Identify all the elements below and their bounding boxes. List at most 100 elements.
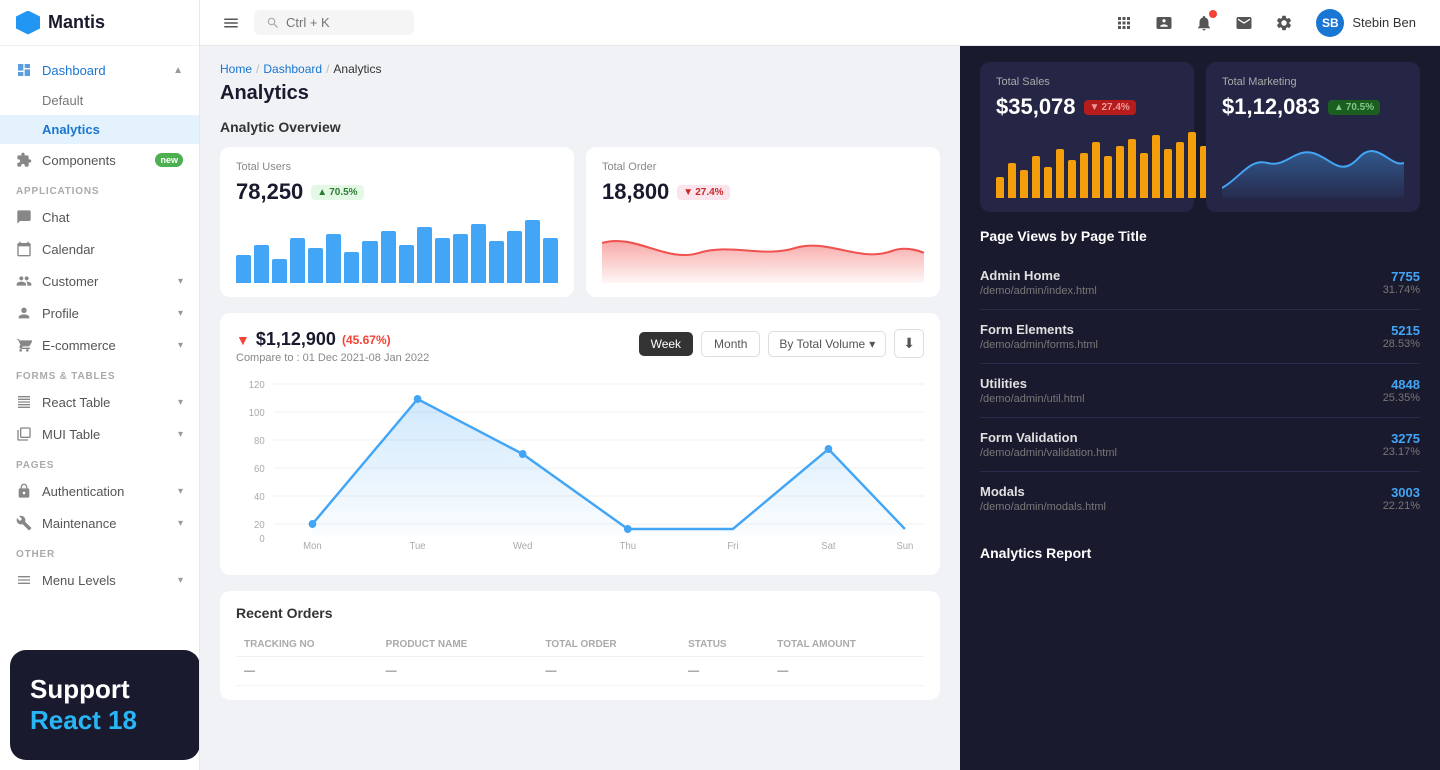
sidebar-item-components-label: Components	[42, 153, 116, 168]
sidebar-logo[interactable]: Mantis	[0, 0, 199, 46]
pv-title-2: Utilities	[980, 376, 1085, 391]
settings-button[interactable]	[1268, 7, 1300, 39]
pv-url-0: /demo/admin/index.html	[980, 285, 1097, 297]
mail-button[interactable]	[1228, 7, 1260, 39]
sidebar-item-components[interactable]: Components new	[0, 144, 199, 176]
header-left	[216, 8, 414, 38]
auth-chevron: ▾	[178, 486, 183, 497]
svg-text:Fri: Fri	[727, 541, 738, 552]
svg-text:Mon: Mon	[303, 541, 322, 552]
volume-button[interactable]: By Total Volume ▾	[768, 331, 886, 357]
sidebar-sub-analytics-label: Analytics	[42, 122, 100, 137]
page-view-item-0: Admin Home /demo/admin/index.html 7755 3…	[980, 256, 1420, 310]
sidebar-item-menu-levels[interactable]: Menu Levels ▾	[0, 564, 199, 596]
bar	[381, 231, 396, 284]
user-name: Stebin Ben	[1352, 15, 1416, 30]
pv-count-1: 5215	[1383, 323, 1420, 338]
sidebar-item-customer[interactable]: Customer ▾	[0, 265, 199, 297]
bar	[1044, 167, 1052, 199]
sidebar-sub-default[interactable]: Default	[0, 86, 199, 115]
stat-marketing-value: $1,12,083 ▲ 70.5%	[1222, 94, 1404, 120]
sidebar-sub-default-label: Default	[42, 93, 83, 108]
svg-text:0: 0	[259, 534, 265, 545]
pv-count-3: 3275	[1383, 431, 1420, 446]
stat-sales-label: Total Sales	[996, 76, 1178, 88]
content-body: Home / Dashboard / Analytics Analytics A…	[200, 46, 1440, 770]
income-controls: Week Month By Total Volume ▾ ⬇	[639, 329, 924, 358]
breadcrumb-home[interactable]: Home	[220, 62, 252, 76]
bar	[1140, 153, 1148, 199]
breadcrumb-sep-2: /	[326, 62, 329, 76]
sidebar-item-maintenance[interactable]: Maintenance ▾	[0, 507, 199, 539]
sidebar-item-authentication[interactable]: Authentication ▾	[0, 475, 199, 507]
pv-count-4: 3003	[1383, 485, 1420, 500]
search-input[interactable]	[286, 15, 386, 30]
download-button[interactable]: ⬇	[894, 329, 924, 358]
menu-toggle-button[interactable]	[216, 8, 246, 38]
pv-pct-0: 31.74%	[1383, 284, 1420, 296]
user-card-button[interactable]	[1148, 7, 1180, 39]
col-status: Status	[680, 633, 769, 657]
maintenance-icon	[16, 515, 32, 531]
sidebar-item-calendar[interactable]: Calendar	[0, 233, 199, 265]
svg-text:Sat: Sat	[821, 541, 836, 552]
user-profile[interactable]: SB Stebin Ben	[1308, 5, 1424, 41]
breadcrumb-dashboard[interactable]: Dashboard	[263, 62, 322, 76]
page-views-list: Admin Home /demo/admin/index.html 7755 3…	[980, 256, 1420, 525]
income-compare: Compare to : 01 Dec 2021-08 Jan 2022	[236, 352, 429, 364]
sidebar-item-profile-label: Profile	[42, 306, 79, 321]
notification-badge	[1209, 10, 1217, 18]
bar	[1080, 153, 1088, 199]
income-section: ▼ $1,12,900 (45.67%) Compare to : 01 Dec…	[220, 313, 940, 575]
ecommerce-icon	[16, 337, 32, 353]
customer-icon	[16, 273, 32, 289]
bar	[254, 245, 269, 284]
col-total-amount: Total Amount	[769, 633, 924, 657]
bar	[525, 220, 540, 283]
bar	[272, 259, 287, 284]
sidebar-item-chat-label: Chat	[42, 210, 69, 225]
search-box[interactable]	[254, 10, 414, 35]
col-tracking: Tracking No	[236, 633, 378, 657]
bar	[1008, 163, 1016, 198]
sidebar-item-profile[interactable]: Profile ▾	[0, 297, 199, 329]
income-header: ▼ $1,12,900 (45.67%) Compare to : 01 Dec…	[236, 329, 924, 364]
stat-sales-badge: ▼ 27.4%	[1084, 100, 1136, 115]
breadcrumb-analytics: Analytics	[333, 62, 381, 76]
apps-button[interactable]	[1108, 7, 1140, 39]
hamburger-icon	[222, 14, 240, 32]
chat-icon	[16, 209, 32, 225]
support-popup[interactable]: Support React 18	[10, 650, 200, 760]
sidebar-item-chat[interactable]: Chat	[0, 201, 199, 233]
bar	[1104, 156, 1112, 198]
svg-text:120: 120	[249, 380, 265, 391]
sidebar-sub-analytics[interactable]: Analytics	[0, 115, 199, 144]
sidebar-nav: Dashboard ▲ Default Analytics Components…	[0, 46, 199, 640]
customer-chevron: ▾	[178, 276, 183, 287]
sidebar: Mantis Dashboard ▲ Default Analytics Com…	[0, 0, 200, 770]
month-button[interactable]: Month	[701, 331, 760, 357]
sidebar-item-ecommerce[interactable]: E-commerce ▾	[0, 329, 199, 361]
section-label-other: Other	[0, 539, 199, 564]
mui-table-chevron: ▾	[178, 429, 183, 440]
income-line-chart: 120 100 80 60 40 20 0 Mon Tue Wed Thu Fr…	[236, 374, 924, 554]
notification-button[interactable]	[1188, 7, 1220, 39]
bar	[399, 245, 414, 284]
sidebar-item-mui-table[interactable]: MUI Table ▾	[0, 418, 199, 450]
bar	[435, 238, 450, 284]
breadcrumb: Home / Dashboard / Analytics	[220, 62, 940, 76]
pv-title-0: Admin Home	[980, 268, 1097, 283]
sidebar-item-dashboard-label: Dashboard	[42, 63, 106, 78]
dashboard-chevron: ▲	[173, 65, 183, 76]
sidebar-item-react-table[interactable]: React Table ▾	[0, 386, 199, 418]
header-right: SB Stebin Ben	[1108, 5, 1424, 41]
page-views-title: Page Views by Page Title	[980, 228, 1420, 244]
app-name: Mantis	[48, 12, 105, 33]
stat-order-value: 18,800 ▼ 27.4%	[602, 179, 924, 205]
income-pct: (45.67%)	[342, 333, 391, 347]
menu-levels-chevron: ▾	[178, 575, 183, 586]
sidebar-item-dashboard[interactable]: Dashboard ▲	[0, 54, 199, 86]
week-button[interactable]: Week	[639, 332, 693, 356]
page-view-item-4: Modals /demo/admin/modals.html 3003 22.2…	[980, 472, 1420, 525]
sidebar-item-customer-label: Customer	[42, 274, 98, 289]
